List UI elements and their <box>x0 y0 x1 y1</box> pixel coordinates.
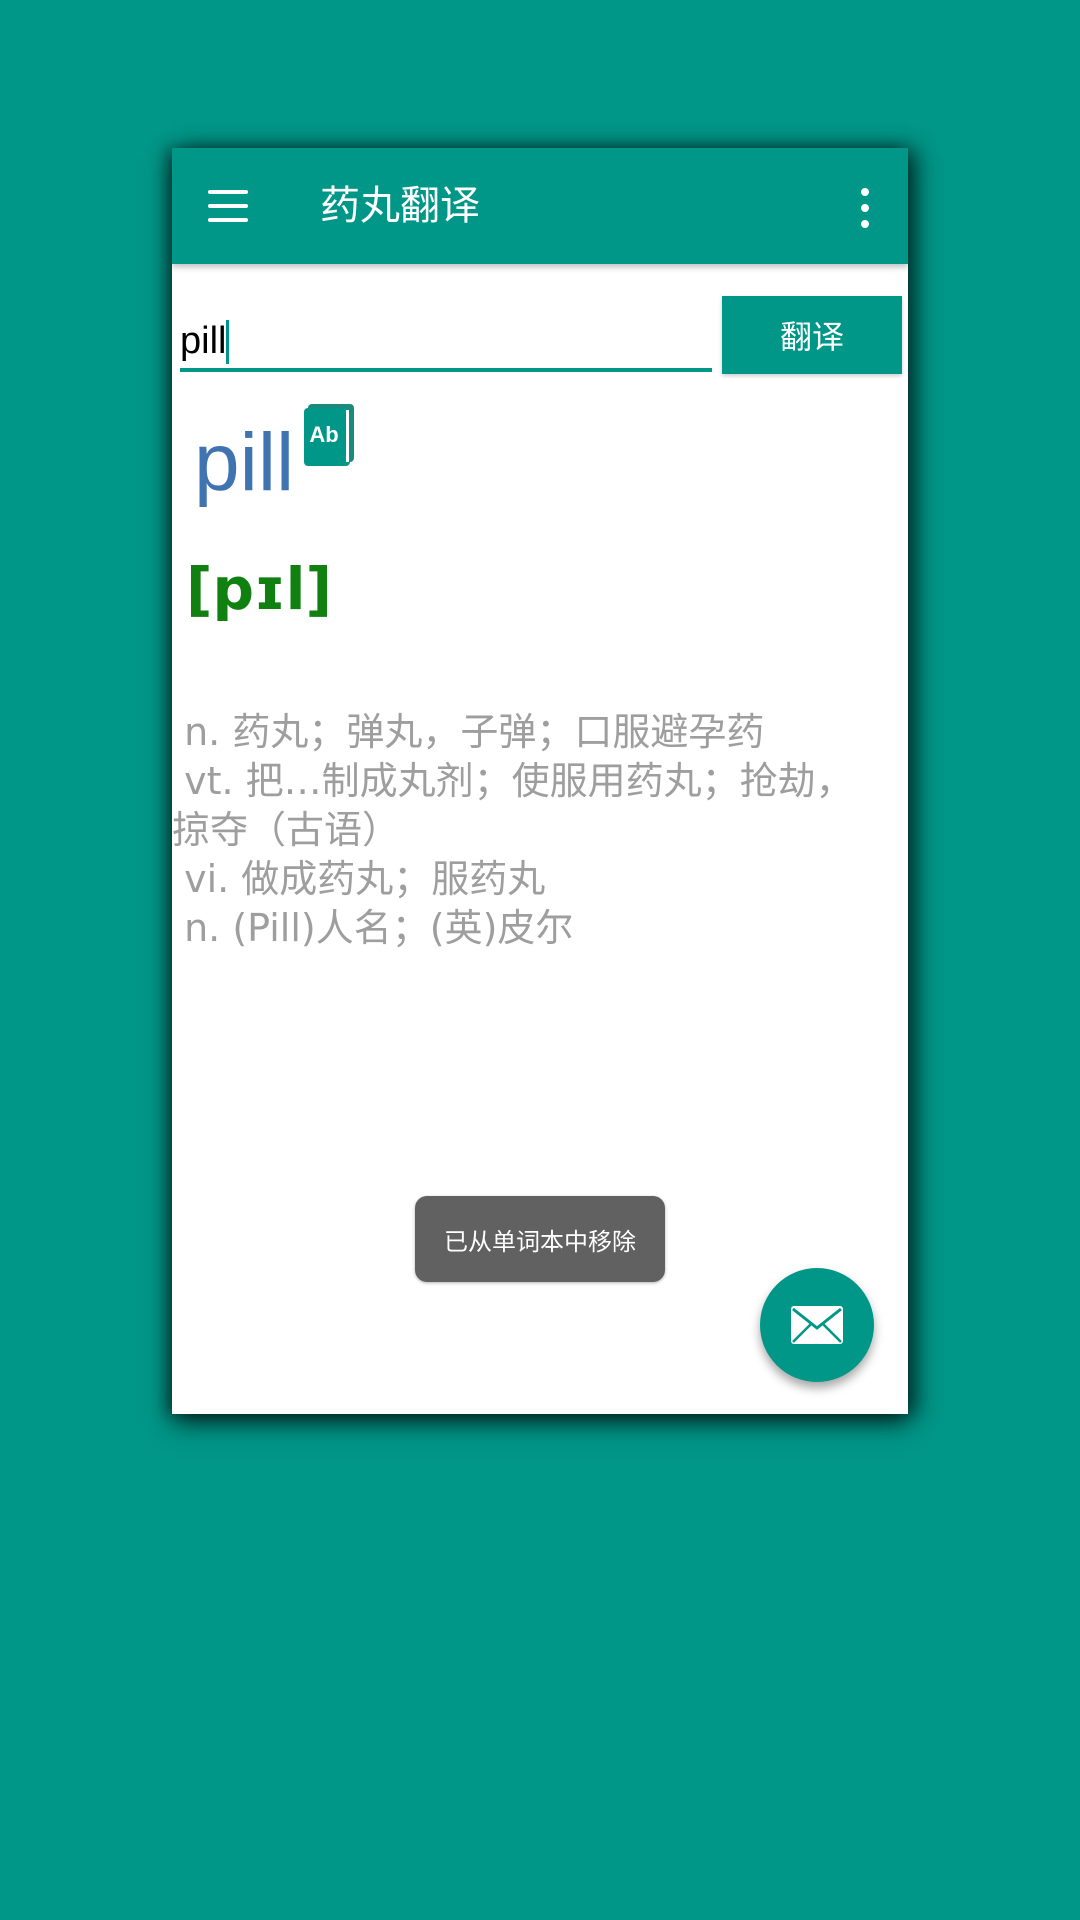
app-bar: 药丸翻译 <box>172 148 908 264</box>
definition-line: vt. 把…制成丸剂；使服用药丸；抢劫，掠夺（古语） <box>172 759 854 852</box>
search-input[interactable] <box>180 314 712 372</box>
mail-icon <box>791 1306 843 1344</box>
definition-list: n. 药丸；弹丸，子弹；口服避孕药 vt. 把…制成丸剂；使服用药丸；抢劫，掠夺… <box>172 708 872 953</box>
app-title: 药丸翻译 <box>320 183 480 229</box>
phonetic: [pɪl] <box>186 555 333 623</box>
more-vert-icon[interactable] <box>860 188 870 228</box>
definition-line: vi. 做成药丸；服药丸 <box>172 857 546 901</box>
definition-line: n. 药丸；弹丸，子弹；口服避孕药 <box>172 710 765 754</box>
mail-fab-button[interactable] <box>760 1268 874 1382</box>
result-word: pill <box>194 417 295 508</box>
toast-message: 已从单词本中移除 <box>415 1196 665 1282</box>
wordbook-icon[interactable]: Ab <box>302 404 356 466</box>
definition-line: n. (Pill)人名；(英)皮尔 <box>172 906 574 950</box>
app-window: 药丸翻译 翻译 pill Ab [pɪl] n. 药丸；弹丸，子弹；口服避孕药 … <box>172 148 908 1414</box>
translate-button[interactable]: 翻译 <box>722 296 902 374</box>
screen: 药丸翻译 翻译 pill Ab [pɪl] n. 药丸；弹丸，子弹；口服避孕药 … <box>0 0 1080 1920</box>
text-cursor <box>226 320 229 364</box>
hamburger-menu-icon[interactable] <box>208 190 248 222</box>
svg-text:Ab: Ab <box>309 422 338 447</box>
